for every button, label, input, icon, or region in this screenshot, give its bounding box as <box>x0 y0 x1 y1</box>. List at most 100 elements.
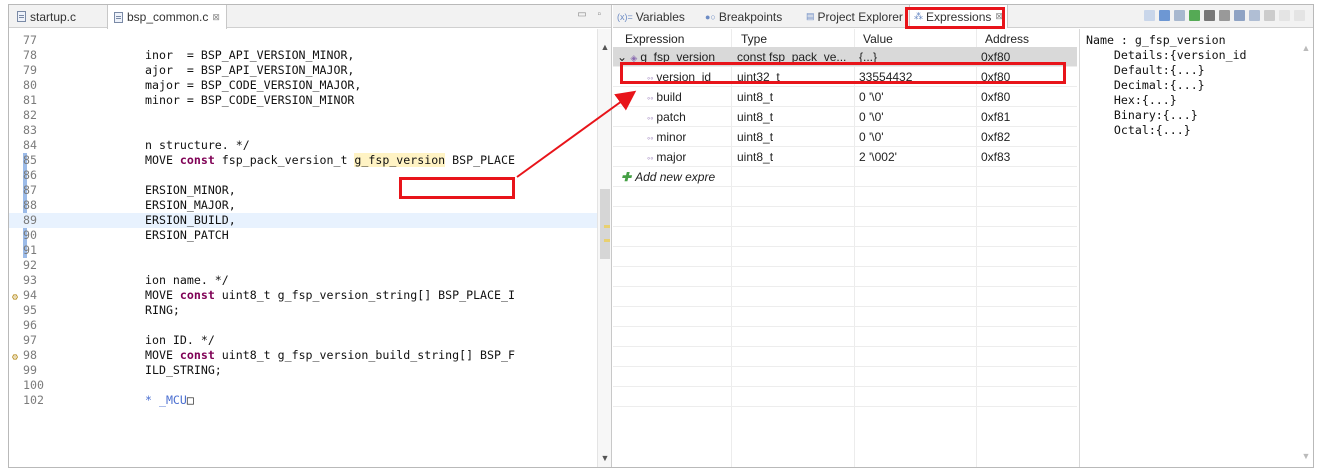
code-line: ⚙ 98 MOVE const uint8_t g_fsp_version_buil… <box>9 348 597 363</box>
editor-scrollbar[interactable]: ▲ ▼ <box>597 29 611 467</box>
code-line: 89 ERSION_BUILD, <box>9 213 597 228</box>
detail-line: Name : g_fsp_version <box>1086 33 1226 47</box>
scroll-down-icon[interactable]: ▼ <box>598 453 612 463</box>
tab-startup-c[interactable]: startup.c <box>11 5 82 28</box>
close-icon[interactable]: ⊠ <box>212 12 220 23</box>
folded-box-icon[interactable]: □ <box>187 393 194 407</box>
code-line: 102 * _MCU□ <box>9 393 597 408</box>
minimize-icon[interactable] <box>1279 10 1290 21</box>
tab-label: Breakpoints <box>718 9 783 24</box>
code-area[interactable]: 77 78 inor = BSP_API_VERSION_MINOR, 79 ajor … <box>9 29 597 467</box>
c-file-icon <box>17 11 26 22</box>
line-number: 89 <box>23 213 37 227</box>
code-line: 87 ERSION_MINOR, <box>9 183 597 198</box>
c-file-icon <box>114 11 123 23</box>
show-logical-icon[interactable] <box>1159 10 1170 21</box>
expression-row[interactable]: ◦◦ minor uint8_t 0 '\0' 0xf82 <box>613 127 1077 147</box>
code-text: ERSION_MINOR, <box>145 183 236 197</box>
type-cell: uint8_t <box>737 150 774 164</box>
tab-expressions[interactable]: ⁂ Expressions ⊠ <box>909 5 1008 28</box>
expression-row[interactable]: ◦◦ major uint8_t 2 '\002' 0xf83 <box>613 147 1077 167</box>
add-expression-icon[interactable] <box>1189 10 1200 21</box>
ide-window: startup.c bsp_common.c ⊠ ▭ ▫ 77 78 inor = … <box>8 4 1314 468</box>
value-cell: 0 '\0' <box>859 110 884 124</box>
expression-name: g_fsp_version <box>640 50 716 64</box>
column-header-value[interactable]: Value <box>863 32 893 46</box>
remove-all-icon[interactable] <box>1219 10 1230 21</box>
empty-row <box>613 227 1077 247</box>
gear-marker-icon: ⚙ <box>11 292 19 303</box>
scroll-thumb[interactable] <box>600 189 610 259</box>
minimize-maximize-icon[interactable]: ▭ ▫ <box>577 9 605 20</box>
line-number: 80 <box>23 78 37 92</box>
detail-line: Binary:{...} <box>1086 108 1198 122</box>
expression-row[interactable]: ⌄ ◈ g_fsp_version const fsp_pack_ve... {...… <box>613 47 1077 67</box>
expressions-table[interactable]: Expression Type Value Address ⌄ ◈ g_fsp_v… <box>613 29 1077 467</box>
tab-label: startup.c <box>30 9 77 24</box>
tab-variables[interactable]: (x)= Variables <box>617 5 685 28</box>
code-text: ERSION_MAJOR, <box>145 198 236 212</box>
remove-icon[interactable] <box>1204 10 1215 21</box>
scroll-up-icon[interactable]: ▲ <box>598 42 612 52</box>
expression-name: minor <box>656 130 687 144</box>
expand-toggle-icon[interactable]: ⌄ <box>617 50 630 64</box>
close-icon[interactable]: ⊠ <box>995 11 1003 22</box>
empty-row <box>613 287 1077 307</box>
add-new-expression[interactable]: ✚ Add new expre <box>621 170 715 184</box>
tab-bsp-common-c[interactable]: bsp_common.c ⊠ <box>107 5 227 29</box>
expression-name: patch <box>656 110 686 124</box>
detail-line: Default:{...} <box>1086 63 1205 77</box>
view-menu-icon[interactable] <box>1264 10 1275 21</box>
tab-breakpoints[interactable]: ●○ Breakpoints <box>705 5 782 28</box>
line-number: 95 <box>23 303 37 317</box>
empty-row <box>613 327 1077 347</box>
show-type-icon[interactable] <box>1144 10 1155 21</box>
line-number: 83 <box>23 123 37 137</box>
detail-pane[interactable]: Name : g_fsp_version Details:{version_id… <box>1079 29 1313 467</box>
code-line: 86 <box>9 168 597 183</box>
layout-icon[interactable] <box>1249 10 1260 21</box>
overview-marker <box>604 225 610 228</box>
empty-row <box>613 207 1077 227</box>
breakpoints-icon: ●○ <box>705 11 716 22</box>
column-header-expression[interactable]: Expression <box>625 32 684 46</box>
value-cell: {...} <box>859 50 878 64</box>
line-number: 94 <box>23 288 37 302</box>
refresh-icon[interactable] <box>1234 10 1245 21</box>
symbol-g-fsp-version[interactable]: g_fsp_version <box>354 153 446 167</box>
expression-row[interactable]: ◦◦ build uint8_t 0 '\0' 0xf80 <box>613 87 1077 107</box>
expression-cell: ◦◦ build <box>647 90 682 104</box>
collapse-all-icon[interactable] <box>1174 10 1185 21</box>
expression-row[interactable]: ◦◦ patch uint8_t 0 '\0' 0xf81 <box>613 107 1077 127</box>
detail-line: Decimal:{...} <box>1086 78 1205 92</box>
line-number: 91 <box>23 243 37 257</box>
column-header-address[interactable]: Address <box>985 32 1029 46</box>
line-number: 85 <box>23 153 37 167</box>
code-text: ERSION_PATCH <box>145 228 229 242</box>
address-cell: 0xf83 <box>981 150 1011 164</box>
project-explorer-icon: ▤ <box>806 11 815 21</box>
code-line: 96 <box>9 318 597 333</box>
field-icon: ◦◦ <box>647 113 654 123</box>
add-icon: ✚ <box>621 170 632 184</box>
expression-cell: ◦◦ version_id <box>647 70 711 84</box>
scroll-down-icon[interactable]: ▼ <box>1301 451 1311 461</box>
code-text: * _MCU□ <box>145 393 194 408</box>
detail-line: Octal:{...} <box>1086 123 1191 137</box>
line-number: 90 <box>23 228 37 242</box>
add-expression-row[interactable]: ✚ Add new expre <box>613 167 1077 187</box>
macro-link[interactable]: * _MCU <box>145 393 187 407</box>
tab-project-explorer[interactable]: ▤ Project Explorer <box>806 5 903 28</box>
column-header-type[interactable]: Type <box>741 32 767 46</box>
code-line: 97 ion ID. */ <box>9 333 597 348</box>
maximize-icon[interactable] <box>1294 10 1305 21</box>
detail-line: Hex:{...} <box>1086 93 1177 107</box>
code-line: 82 <box>9 108 597 123</box>
expression-cell: ◦◦ major <box>647 150 686 164</box>
line-number: 81 <box>23 93 37 107</box>
expression-row[interactable]: ◦◦ version_id uint32_t 33554432 0xf80 <box>613 67 1077 87</box>
code-line: 92 <box>9 258 597 273</box>
scroll-up-icon[interactable]: ▲ <box>1301 43 1311 53</box>
address-cell: 0xf82 <box>981 130 1011 144</box>
line-number: 78 <box>23 48 37 62</box>
